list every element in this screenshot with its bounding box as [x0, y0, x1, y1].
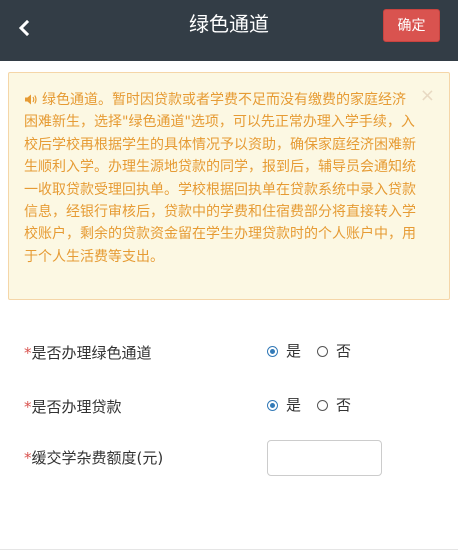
option-no-label: 否 [336, 396, 352, 414]
deferred-fee-row: *缓交学杂费额度(元) [24, 440, 442, 476]
app-header: 绿色通道 确定 [0, 0, 458, 61]
option-yes-label: 是 [286, 342, 302, 360]
green-channel-option-yes[interactable]: 是 [267, 341, 301, 361]
radio-yes-checked[interactable] [267, 399, 278, 411]
green-channel-option-no[interactable]: 否 [317, 341, 351, 361]
chevron-left-icon [18, 20, 30, 36]
loan-row: *是否办理贷款 是 否 [24, 389, 442, 425]
deferred-fee-input[interactable] [267, 440, 382, 476]
back-button[interactable] [8, 12, 40, 44]
bottom-divider [0, 549, 458, 550]
loan-label: *是否办理贷款 [24, 398, 122, 416]
option-yes-label: 是 [286, 396, 302, 414]
radio-no[interactable] [317, 345, 329, 357]
confirm-button[interactable]: 确定 [383, 9, 440, 42]
green-channel-row: *是否办理绿色通道 是 否 [24, 335, 442, 371]
radio-yes-checked[interactable] [267, 345, 278, 357]
close-icon[interactable]: × [420, 87, 435, 105]
required-mark: * [24, 344, 32, 362]
notice-text: 绿色通道。暂时因贷款或者学费不足而没有缴费的家庭经济困难新生，选择"绿色通道"选… [24, 92, 416, 265]
deferred-fee-label: *缓交学杂费额度(元) [24, 449, 164, 467]
radio-no[interactable] [317, 399, 329, 411]
required-mark: * [24, 449, 32, 467]
loan-radio-group: 是 否 [267, 395, 367, 415]
green-channel-label: *是否办理绿色通道 [24, 344, 152, 362]
required-mark: * [24, 398, 32, 416]
loan-option-yes[interactable]: 是 [267, 395, 301, 415]
loan-option-no[interactable]: 否 [317, 395, 351, 415]
green-channel-notice: × 绿色通道。暂时因贷款或者学费不足而没有缴费的家庭经济困难新生，选择"绿色通道… [8, 72, 450, 300]
option-no-label: 否 [336, 342, 352, 360]
speaker-icon [25, 94, 37, 105]
green-channel-radio-group: 是 否 [267, 341, 367, 361]
